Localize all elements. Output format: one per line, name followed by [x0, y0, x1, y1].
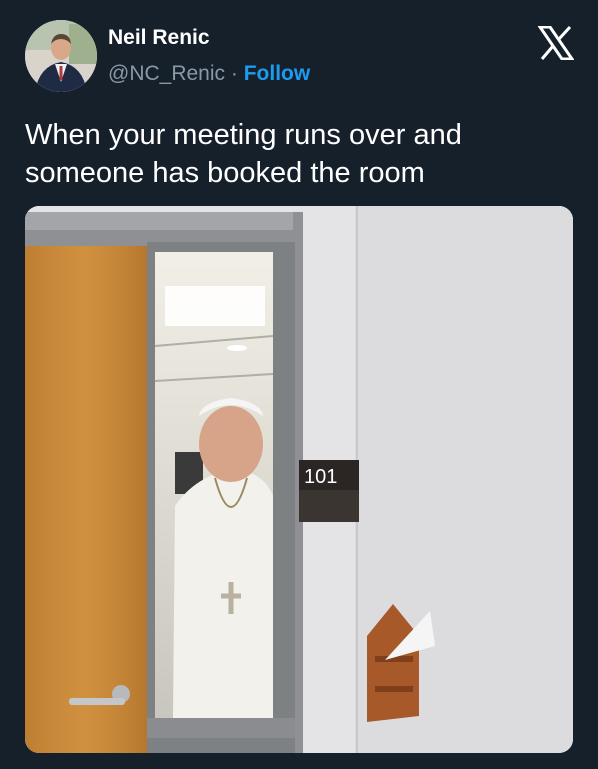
tweet-media[interactable]: 101	[25, 206, 573, 753]
avatar-photo	[25, 20, 97, 92]
author-name[interactable]: Neil Renic	[108, 26, 210, 50]
author-handle[interactable]: @NC_Renic	[108, 62, 225, 85]
follow-button[interactable]: Follow	[244, 62, 311, 85]
x-logo-icon[interactable]	[538, 26, 574, 60]
tweet-text: When your meeting runs over and someone …	[25, 119, 462, 189]
avatar[interactable]	[25, 20, 97, 92]
author-meta: @NC_Renic · Follow	[108, 62, 310, 86]
room-sign-number: 101	[304, 466, 337, 488]
media-photo: 101	[25, 206, 573, 753]
meta-separator: ·	[230, 62, 238, 85]
